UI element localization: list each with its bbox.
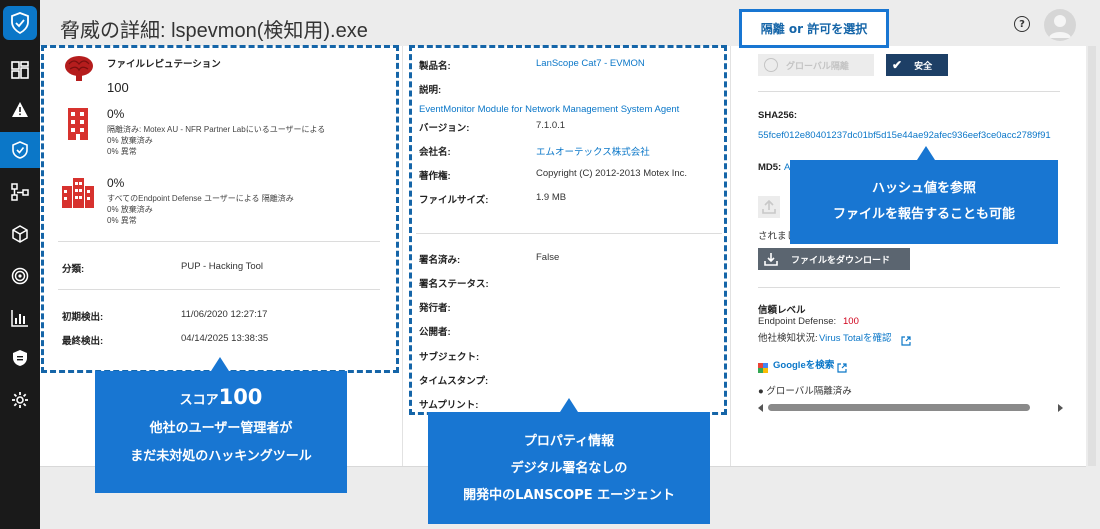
callout-hash-line2: ファイルを報告することも可能 [832, 207, 1015, 222]
nav-package-cube-icon[interactable] [0, 216, 40, 252]
callout-select-quarantine-or-allow: 隔離 or 許可を選択 [739, 9, 889, 48]
trust-level-title: 信頼レベル [758, 305, 806, 316]
callout-prop-line1: プロパティ情報 [523, 434, 615, 449]
callout-score-line1: スコア100 [95, 383, 347, 415]
global-quarantine-label: グローバル隔離 [786, 60, 849, 71]
safe-button[interactable]: ✔ 安全 [886, 54, 948, 76]
nav-settings-gear-icon[interactable] [0, 382, 40, 418]
download-file-label: ファイルをダウンロード [791, 254, 891, 265]
bullet-global-quarantined: ● グローバル隔離済み [758, 386, 852, 397]
nav-reports-chart-icon[interactable] [0, 300, 40, 336]
sha256-label: SHA256: [758, 110, 798, 121]
safe-label: 安全 [914, 60, 933, 71]
user-avatar[interactable] [1044, 9, 1076, 41]
callout-prop-line2: デジタル署名なしの [510, 461, 628, 476]
check-icon: ✔ [892, 58, 903, 72]
nav-policy-shield-icon[interactable] [0, 340, 40, 376]
callout-hash-line1: ハッシュ値を参照 [871, 181, 976, 196]
divider [758, 91, 1060, 92]
nav-threats-shield-icon[interactable] [0, 132, 40, 168]
nav-target-icon[interactable] [0, 258, 40, 294]
callout-score: スコア100 他社のユーザー管理者が まだ未対処のハッキングツール [95, 371, 347, 493]
highlight-reputation-area [41, 45, 399, 373]
scrollbar-thumb[interactable] [768, 404, 1030, 411]
callout-score-prefix: スコア [179, 393, 219, 408]
help-question-icon[interactable]: ? [1014, 16, 1030, 32]
external-link-icon[interactable] [837, 358, 847, 373]
scroll-left-arrow-icon[interactable] [758, 404, 763, 412]
callout-score-number: 100 [218, 385, 263, 409]
callout-properties: プロパティ情報 デジタル署名なしの 開発中のLANSCOPE エージェント [428, 412, 710, 524]
vertical-scrollbar[interactable] [1088, 46, 1096, 466]
report-upload-icon[interactable] [758, 196, 780, 218]
app-logo-shield-icon[interactable] [3, 6, 37, 40]
trust-other-label: 他社検知状況: [758, 333, 818, 344]
virus-total-link[interactable]: Virus Totalを確認 [819, 330, 892, 344]
callout-tip [560, 398, 578, 412]
trust-ed-label: Endpoint Defense: [758, 316, 837, 327]
callout-tip [211, 357, 229, 371]
sidebar [0, 0, 40, 529]
scroll-right-arrow-icon[interactable] [1058, 404, 1063, 412]
column-divider [730, 46, 731, 466]
global-quarantined-text: グローバル隔離済み [766, 386, 852, 397]
nav-dashboard-icon[interactable] [0, 52, 40, 88]
column-divider [402, 46, 403, 466]
block-icon [764, 58, 778, 72]
horizontal-scrollbar[interactable] [758, 404, 1063, 412]
md5-label: MD5: [758, 162, 782, 173]
sha256-value[interactable]: 55fcef012e80401237dc01bf5d15e44ae92afec9… [758, 130, 1051, 141]
download-file-button[interactable]: ファイルをダウンロード [758, 248, 910, 270]
callout-select-text: 隔離 or 許可を選択 [760, 22, 868, 36]
callout-tip [917, 146, 935, 160]
global-quarantine-button[interactable]: グローバル隔離 [758, 54, 874, 76]
highlight-properties-area [409, 45, 727, 415]
nav-network-icon[interactable] [0, 174, 40, 210]
google-logo-icon [758, 358, 768, 373]
callout-score-line2: 他社のユーザー管理者が [149, 421, 293, 436]
download-icon [763, 251, 779, 267]
trust-ed-value: 100 [843, 316, 859, 327]
google-search-link[interactable]: Googleを検索 [773, 357, 834, 371]
callout-hash: ハッシュ値を参照 ファイルを報告することも可能 [790, 160, 1058, 244]
callout-prop-line3: 開発中のLANSCOPE エージェント [463, 488, 675, 503]
external-link-icon[interactable] [901, 331, 911, 346]
nav-alerts-warning-icon[interactable] [0, 92, 40, 128]
divider [758, 287, 1060, 288]
page-title: 脅威の詳細: lspevmon(検知用).exe [60, 20, 368, 42]
sha256-scroll-area: 55fcef012e80401237dc01bf5d15e44ae92afec9… [758, 130, 1058, 144]
callout-score-line3: まだ未対処のハッキングツール [130, 449, 312, 464]
